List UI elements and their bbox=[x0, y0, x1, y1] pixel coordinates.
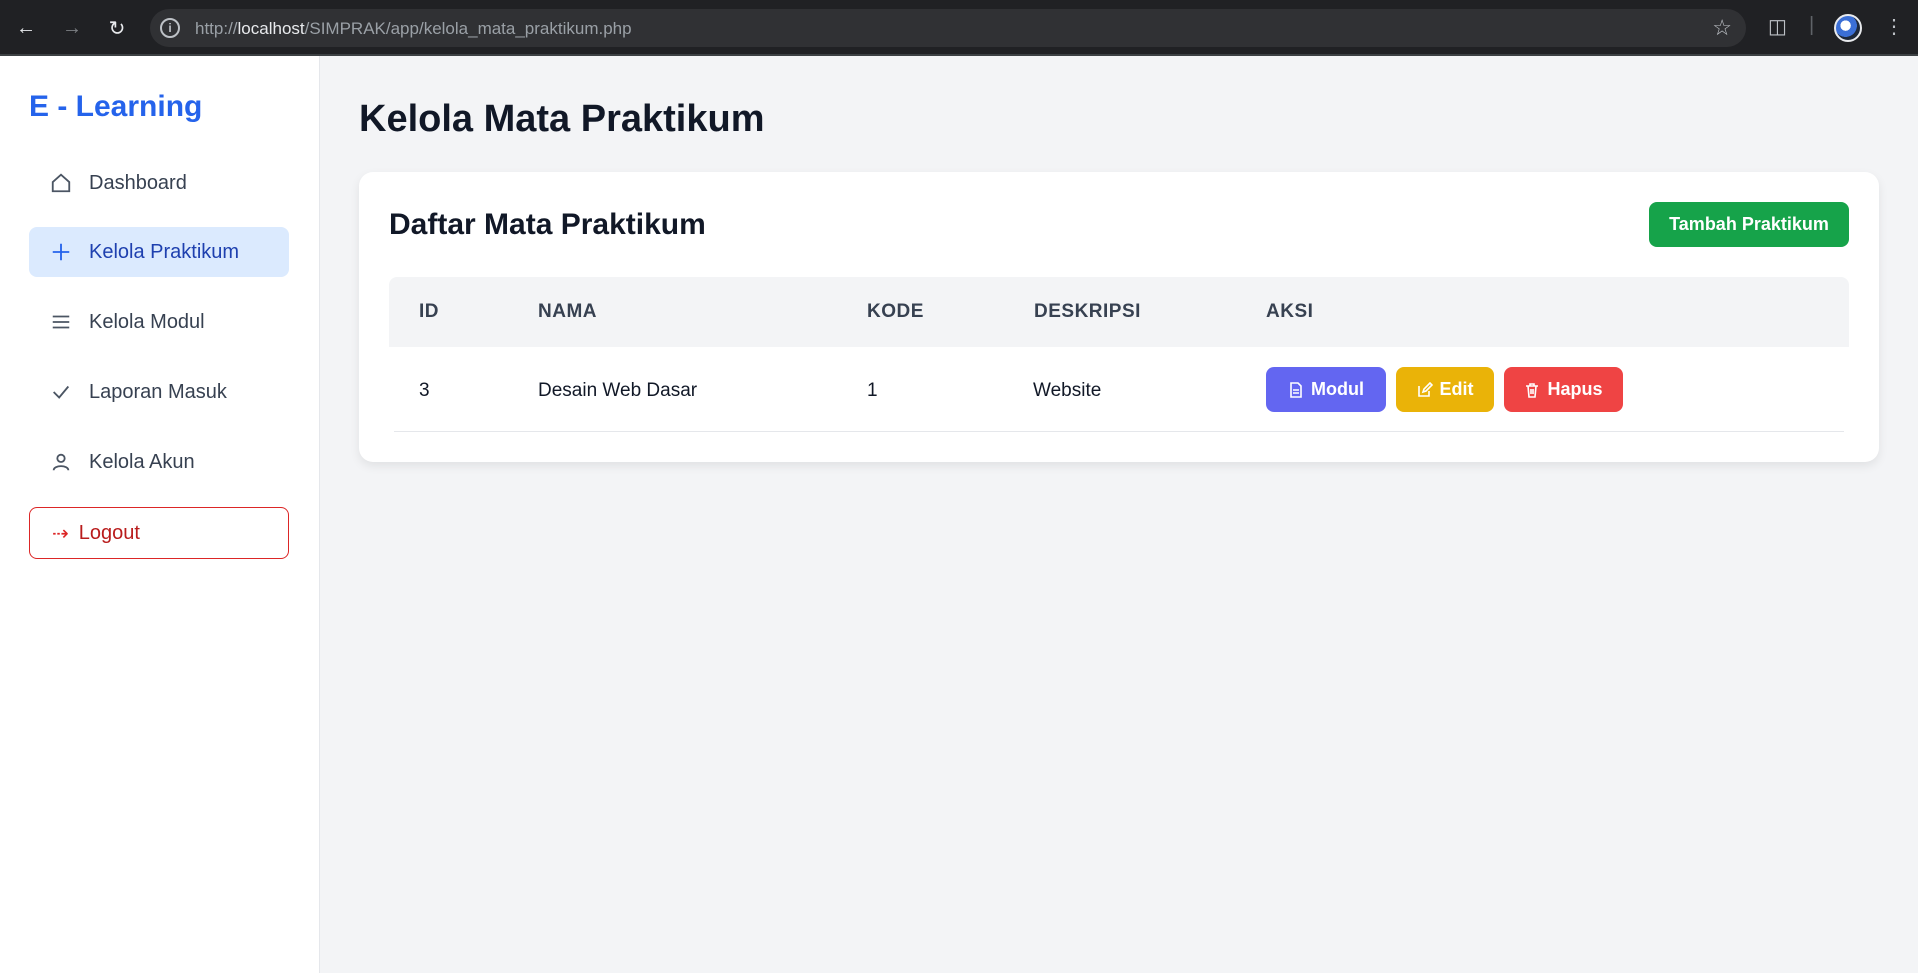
bookmark-star-icon[interactable]: ☆ bbox=[1712, 15, 1732, 41]
column-header-id: ID bbox=[419, 301, 439, 322]
modul-label: Modul bbox=[1311, 379, 1364, 399]
column-header-kode: KODE bbox=[867, 301, 924, 322]
edit-icon bbox=[1417, 381, 1433, 397]
user-icon bbox=[49, 450, 73, 474]
sidebar-item-label: Kelola Modul bbox=[89, 310, 205, 333]
card-title: Daftar Mata Praktikum bbox=[389, 208, 706, 241]
document-icon bbox=[1290, 381, 1302, 398]
trash-icon bbox=[1526, 382, 1539, 398]
logout-arrow-icon: ⇢ bbox=[52, 522, 69, 545]
modul-button[interactable]: Modul bbox=[1266, 367, 1386, 412]
column-header-aksi: AKSI bbox=[1266, 301, 1314, 322]
extensions-icon[interactable]: ◫ bbox=[1768, 14, 1787, 39]
page-title: Kelola Mata Praktikum bbox=[359, 98, 765, 140]
table-header: ID NAMA KODE DESKRIPSI AKSI bbox=[389, 277, 1849, 347]
reload-icon[interactable]: ↻ bbox=[103, 14, 131, 42]
forward-icon[interactable]: → bbox=[58, 14, 86, 42]
sidebar-item-kelola-akun[interactable]: Kelola Akun bbox=[29, 437, 289, 487]
plus-icon bbox=[49, 240, 73, 264]
edit-button[interactable]: Edit bbox=[1396, 367, 1494, 412]
column-header-nama: NAMA bbox=[538, 301, 597, 322]
praktikum-card: Daftar Mata Praktikum Tambah Praktikum I… bbox=[359, 172, 1879, 462]
sidebar-item-label: Laporan Masuk bbox=[89, 380, 227, 403]
cell-id: 3 bbox=[419, 380, 430, 401]
home-icon bbox=[49, 171, 73, 195]
browser-toolbar: ← → ↻ i http://localhost/SIMPRAK/app/kel… bbox=[0, 0, 1918, 56]
edit-label: Edit bbox=[1439, 379, 1474, 399]
sidebar-item-label: Kelola Akun bbox=[89, 450, 195, 473]
sidebar-item-label: Kelola Praktikum bbox=[89, 240, 240, 263]
logout-button[interactable]: ⇢ Logout bbox=[29, 507, 289, 559]
back-icon[interactable]: ← bbox=[12, 14, 40, 42]
brand-logo[interactable]: E - Learning bbox=[29, 90, 202, 124]
cell-deskripsi: Website bbox=[1033, 380, 1102, 401]
hapus-label: Hapus bbox=[1547, 379, 1603, 399]
toolbar-divider: | bbox=[1809, 14, 1815, 36]
check-icon bbox=[49, 380, 73, 404]
column-header-deskripsi: DESKRIPSI bbox=[1034, 301, 1141, 322]
sidebar-item-dashboard[interactable]: Dashboard bbox=[29, 158, 289, 208]
sidebar-item-laporan-masuk[interactable]: Laporan Masuk bbox=[29, 367, 289, 417]
cell-nama: Desain Web Dasar bbox=[538, 380, 698, 401]
logout-label: Logout bbox=[78, 521, 140, 544]
table-row: 3 Desain Web Dasar 1 Website Modul Edit … bbox=[394, 347, 1844, 432]
menu-icon bbox=[49, 310, 73, 334]
address-bar[interactable]: i http://localhost/SIMPRAK/app/kelola_ma… bbox=[150, 9, 1746, 47]
cell-kode: 1 bbox=[867, 380, 878, 401]
hapus-button[interactable]: Hapus bbox=[1504, 367, 1623, 412]
profile-avatar[interactable] bbox=[1834, 14, 1862, 42]
site-info-icon[interactable]: i bbox=[160, 18, 180, 38]
sidebar-item-kelola-praktikum[interactable]: Kelola Praktikum bbox=[29, 227, 289, 277]
add-praktikum-button[interactable]: Tambah Praktikum bbox=[1649, 202, 1849, 247]
more-options-icon[interactable]: ⋮ bbox=[1884, 14, 1904, 39]
sidebar-item-label: Dashboard bbox=[89, 171, 187, 194]
sidebar-item-kelola-modul[interactable]: Kelola Modul bbox=[29, 297, 289, 347]
sidebar: E - Learning Dashboard Kelola Praktikum … bbox=[0, 56, 320, 973]
url-text: http://localhost/SIMPRAK/app/kelola_mata… bbox=[195, 19, 632, 38]
